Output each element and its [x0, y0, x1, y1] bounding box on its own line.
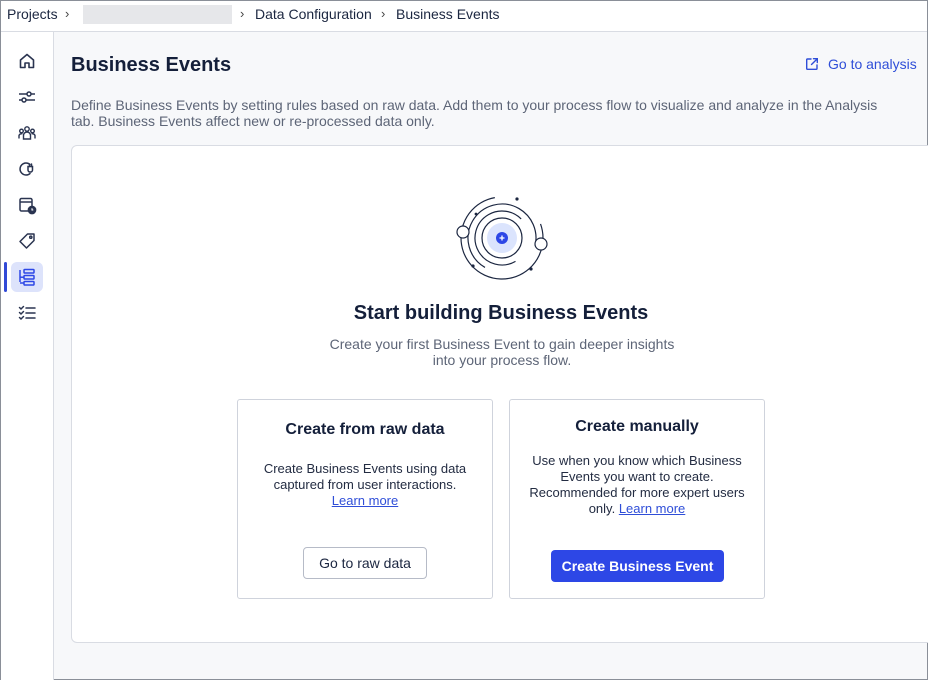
- empty-state-heading: Start building Business Events: [353, 302, 649, 324]
- users-group-icon: [18, 126, 36, 140]
- go-to-analysis-label: Go to analysis: [828, 56, 917, 72]
- orbit-illustration-icon: [456, 196, 548, 280]
- learn-more-link[interactable]: Learn more: [619, 501, 685, 516]
- home-icon: [19, 53, 35, 69]
- create-manually-card: Create manually Use when you know which …: [509, 399, 765, 599]
- sidebar-item-settings[interactable]: [11, 82, 43, 112]
- active-indicator: [4, 262, 7, 292]
- breadcrumb-redacted-project[interactable]: [83, 5, 232, 24]
- go-to-analysis-link[interactable]: Go to analysis: [805, 56, 917, 72]
- main-content: Business Events Go to analysis Define Bu…: [55, 32, 928, 680]
- breadcrumb: Projects › › Data Configuration › Busine…: [1, 1, 927, 32]
- breadcrumb-separator: ›: [381, 6, 386, 21]
- card-title: Create from raw data: [285, 421, 445, 438]
- sidebar-item-business-events[interactable]: [11, 262, 43, 292]
- card-title: Create manually: [575, 418, 699, 435]
- card-description: Use when you know which Business Events …: [522, 453, 752, 517]
- sidebar-item-integrations[interactable]: [11, 154, 43, 184]
- breadcrumb-data-configuration[interactable]: Data Configuration: [255, 6, 372, 22]
- calendar-clock-icon: [19, 197, 37, 215]
- sidebar-item-home[interactable]: [11, 46, 43, 76]
- external-link-icon: [806, 58, 819, 70]
- learn-more-link[interactable]: Learn more: [332, 493, 398, 508]
- breadcrumb-separator: ›: [240, 6, 245, 21]
- sliders-icon: [19, 91, 35, 103]
- sidebar-item-checklist[interactable]: [11, 298, 43, 328]
- sidebar-item-groups[interactable]: [11, 118, 43, 148]
- page-description: Define Business Events by setting rules …: [71, 97, 878, 129]
- create-business-event-button[interactable]: Create Business Event: [551, 550, 724, 582]
- page-title: Business Events: [71, 54, 232, 76]
- create-from-raw-data-card: Create from raw data Create Business Eve…: [237, 399, 493, 599]
- sidebar-item-tags[interactable]: [11, 226, 43, 256]
- tag-icon: [19, 233, 35, 249]
- breadcrumb-separator: ›: [65, 6, 70, 21]
- breadcrumb-projects[interactable]: Projects: [7, 6, 58, 22]
- card-description-text: Create Business Events using data captur…: [263, 461, 467, 492]
- breadcrumb-business-events: Business Events: [396, 6, 500, 22]
- go-to-raw-data-button[interactable]: Go to raw data: [303, 547, 427, 579]
- empty-state-panel: Start building Business Events Create yo…: [71, 145, 928, 643]
- business-events-icon: [19, 268, 35, 286]
- card-description: Create Business Events using data captur…: [253, 461, 477, 509]
- sidebar-item-schedule[interactable]: [11, 190, 43, 220]
- empty-state-subtext: Create your first Business Event to gain…: [329, 336, 675, 368]
- sidebar: [1, 32, 54, 680]
- plug-icon: [19, 162, 34, 176]
- checklist-icon: [18, 305, 36, 321]
